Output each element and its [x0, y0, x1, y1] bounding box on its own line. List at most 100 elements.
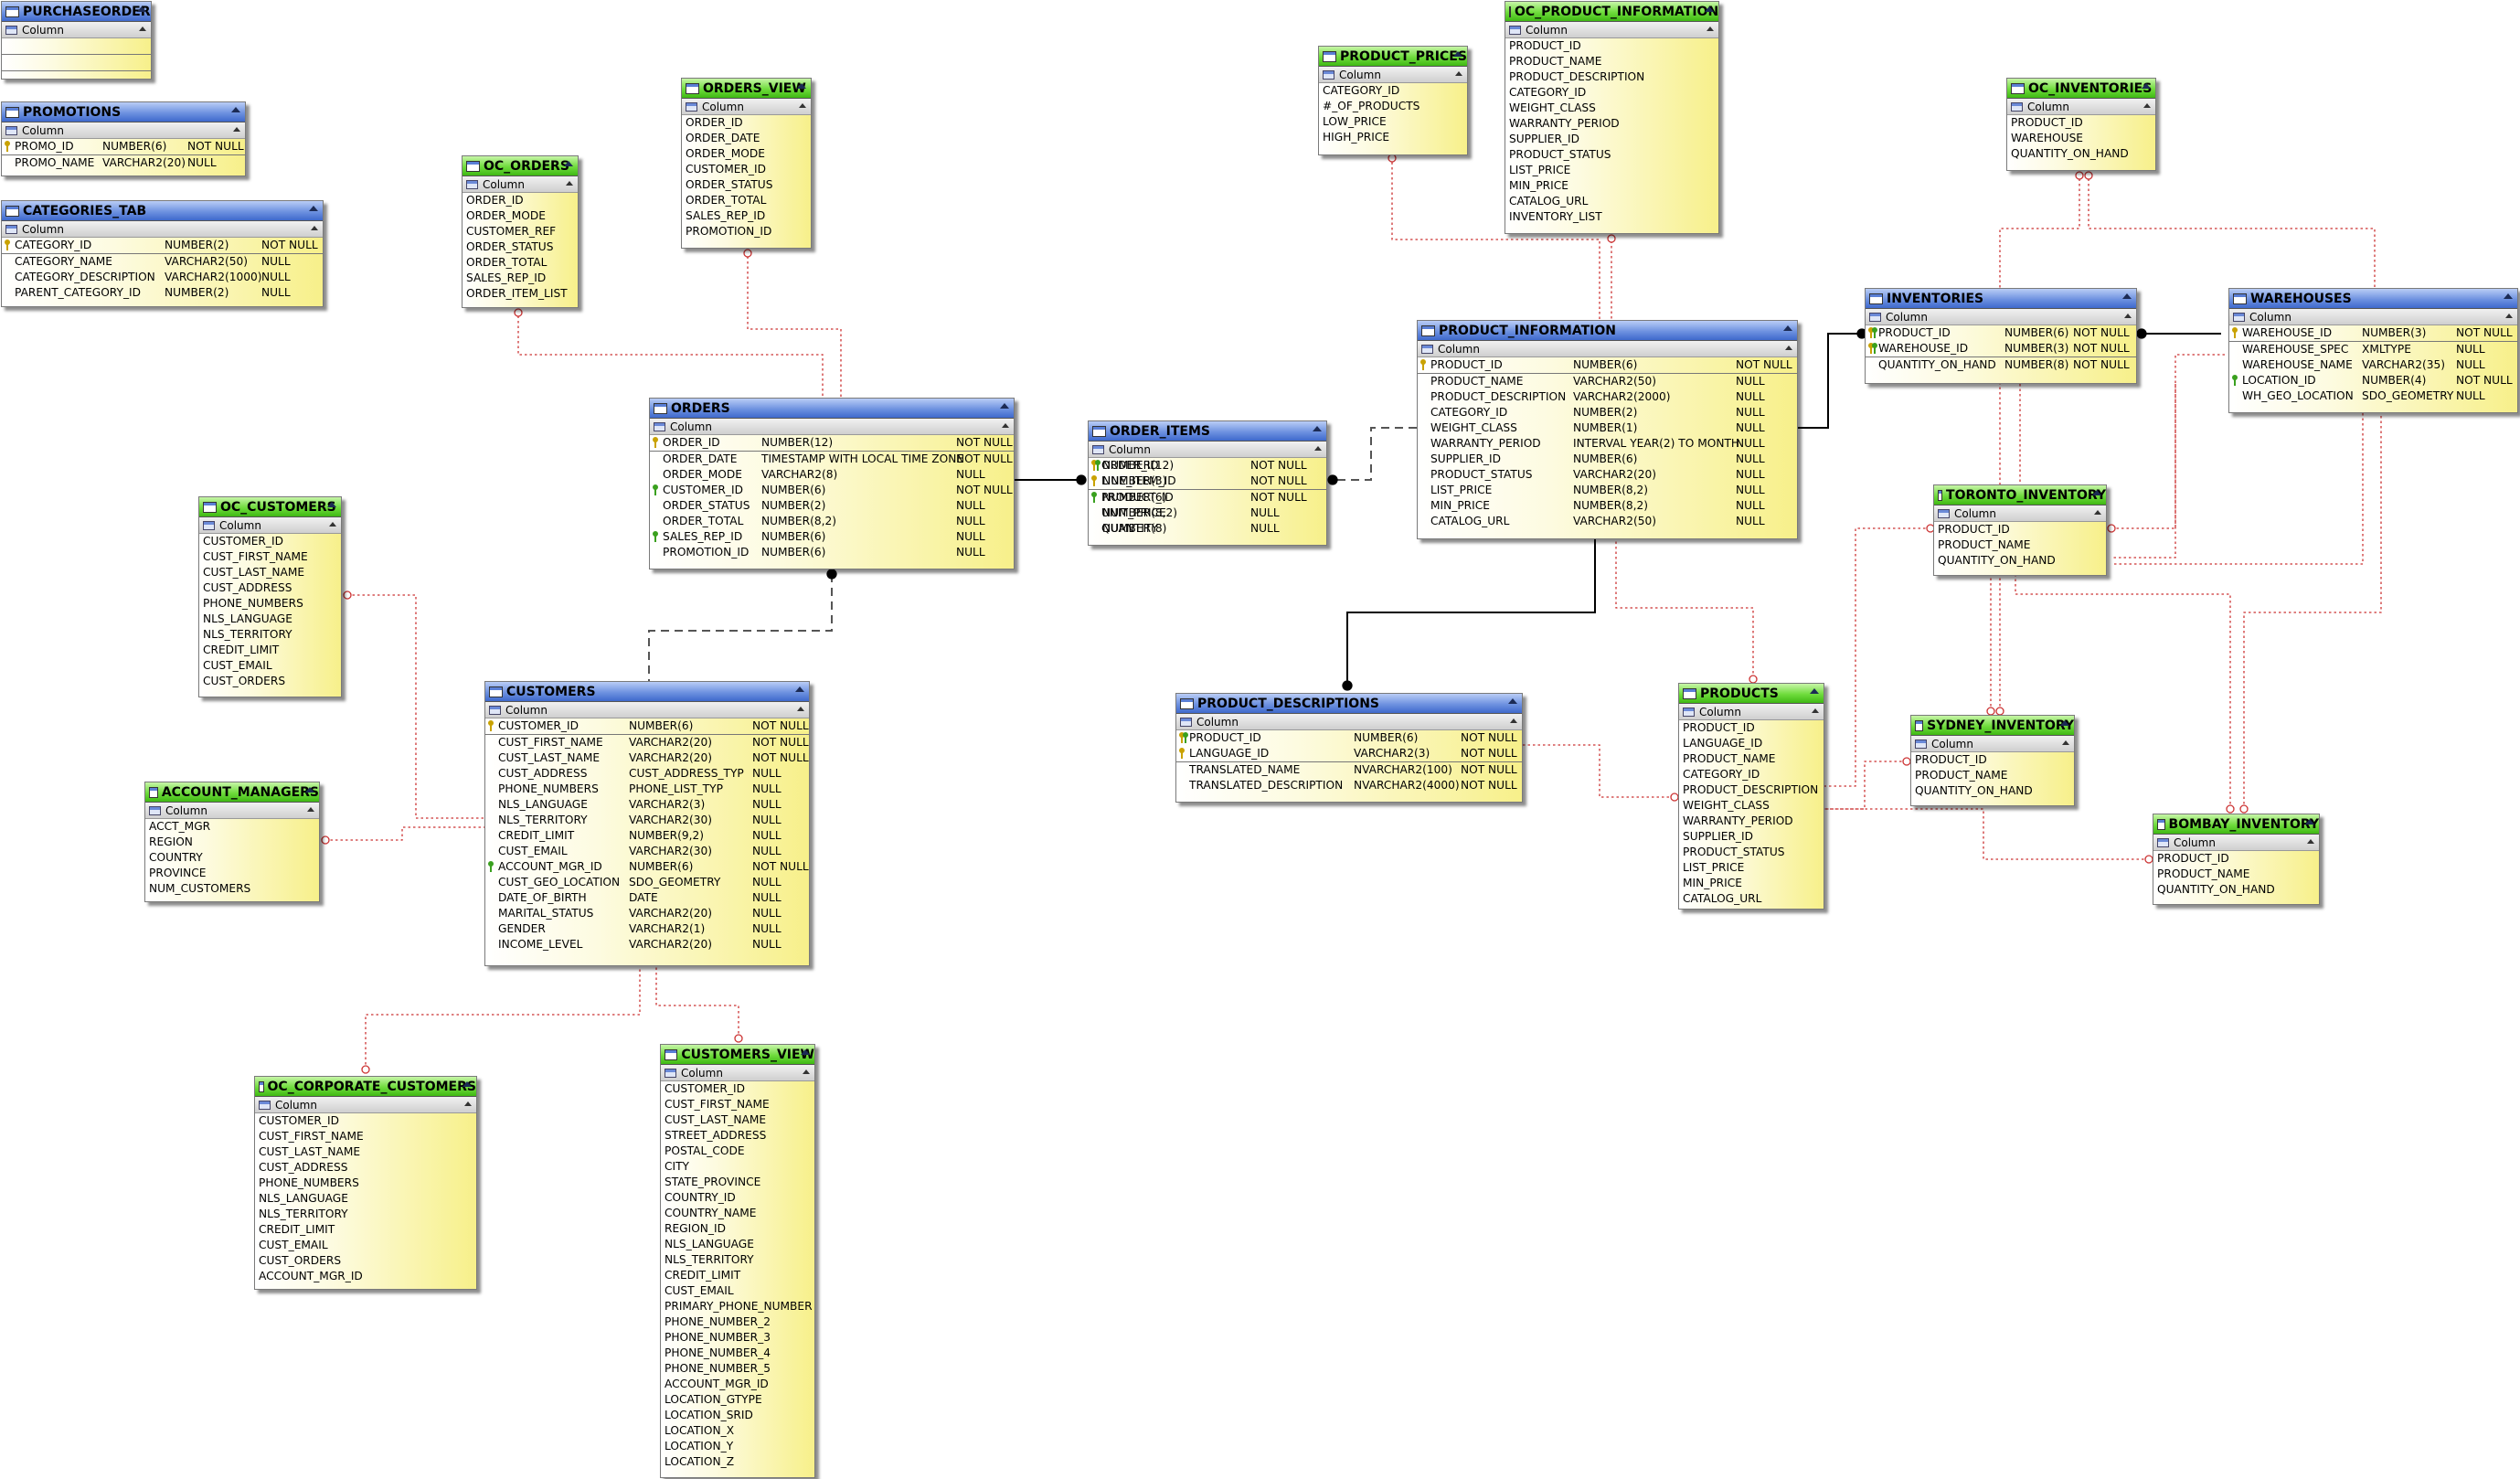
column-row[interactable]: ACCT_MGR — [145, 819, 319, 835]
column-row[interactable]: NLS_LANGUAGE — [255, 1191, 476, 1207]
column-row[interactable]: PRODUCT_NAME VARCHAR2(50) NULL — [1418, 374, 1797, 389]
collapse-icon[interactable] — [1455, 71, 1462, 76]
collapse-icon[interactable] — [2122, 293, 2132, 299]
collapse-icon[interactable] — [797, 83, 806, 89]
column-row[interactable]: ACCOUNT_MGR_ID — [661, 1377, 814, 1392]
column-header[interactable]: Column — [2007, 99, 2155, 115]
collapse-icon[interactable] — [2062, 740, 2069, 745]
column-row[interactable]: PHONE_NUMBER_2 — [661, 1314, 814, 1330]
column-row[interactable]: LOCATION_Z — [661, 1454, 814, 1470]
view-oc-corporate-customers[interactable]: OC_CORPORATE_CUSTOMERS Column CUSTOMER_ID C… — [254, 1076, 477, 1290]
column-row[interactable]: CUST_LAST_NAME — [255, 1144, 476, 1160]
column-header[interactable]: Column — [199, 517, 341, 534]
column-row[interactable]: PRODUCT_STATUS — [1505, 147, 1718, 163]
column-row[interactable]: WEIGHT_CLASS NUMBER(1) NULL — [1418, 420, 1797, 436]
column-row[interactable]: ORDER_STATUS — [682, 177, 811, 193]
column-row[interactable]: CUSTOMER_ID — [682, 162, 811, 177]
column-header[interactable]: Column — [650, 419, 1014, 435]
column-row[interactable]: CUST_LAST_NAME VARCHAR2(20) NOT NULL — [485, 750, 809, 766]
column-row[interactable]: CUST_FIRST_NAME — [661, 1097, 814, 1112]
column-row[interactable]: PROMO_ID NUMBER(6) NOT NULL — [2, 139, 245, 155]
collapse-icon[interactable] — [801, 1049, 810, 1055]
column-row[interactable]: INCOME_LEVEL VARCHAR2(20) NULL — [485, 937, 809, 952]
column-row[interactable]: LANGUAGE_ID — [1679, 736, 1824, 751]
collapse-icon[interactable] — [799, 103, 806, 108]
entity-header[interactable]: PROMOTIONS — [2, 102, 245, 122]
column-row[interactable]: LOCATION_GTYPE — [661, 1392, 814, 1408]
collapse-icon[interactable] — [2307, 839, 2314, 844]
view-orders-view[interactable]: ORDERS_VIEW Column ORDER_ID ORDER_DATE ORDER… — [681, 78, 812, 249]
column-row[interactable]: PRODUCT_DESCRIPTION — [1679, 782, 1824, 798]
column-row[interactable]: CATALOG_URL — [1679, 891, 1824, 907]
column-row[interactable]: PRODUCT_STATUS — [1679, 845, 1824, 860]
column-row[interactable]: SUPPLIER_ID NUMBER(6) NULL — [1418, 452, 1797, 467]
column-row[interactable]: CREDIT_LIMIT — [255, 1222, 476, 1238]
column-row[interactable]: COUNTRY_NAME — [661, 1206, 814, 1221]
column-row[interactable]: CREDIT_LIMIT — [661, 1268, 814, 1283]
column-row[interactable]: PROMOTION_ID NUMBER(6) NULL — [650, 545, 1014, 560]
column-row[interactable]: COUNTRY_ID — [661, 1190, 814, 1206]
table-order-items[interactable]: ORDER_ITEMS Column ORDER_ID NUMBER(12) NOT N… — [1088, 420, 1327, 546]
column-header[interactable]: Column — [2153, 835, 2319, 851]
column-row[interactable]: LOCATION_X — [661, 1423, 814, 1439]
collapse-icon[interactable] — [327, 502, 336, 507]
entity-header[interactable]: INVENTORIES — [1866, 289, 2136, 309]
column-row[interactable]: PHONE_NUMBERS — [199, 596, 341, 612]
entity-header[interactable]: CUSTOMERS — [485, 682, 809, 702]
column-row[interactable]: ORDER_MODE — [682, 146, 811, 162]
column-row[interactable]: ACCOUNT_MGR_ID NUMBER(6) NOT NULL — [485, 859, 809, 875]
column-row[interactable]: NLS_TERRITORY VARCHAR2(30) NULL — [485, 813, 809, 828]
column-header[interactable]: Column — [1911, 736, 2074, 752]
view-account-managers[interactable]: ACCOUNT_MANAGERS Column ACCT_MGR REGION COUN… — [144, 782, 320, 902]
column-row[interactable]: PRODUCT_ID — [2007, 115, 2155, 131]
column-row[interactable]: PRODUCT_NAME — [1934, 537, 2106, 553]
column-row[interactable]: CITY — [661, 1159, 814, 1175]
table-categories-tab[interactable]: CATEGORIES_TAB Column CATEGORY_ID NUMBER(2)… — [1, 200, 324, 307]
column-row[interactable]: LOCATION_ID NUMBER(4) NOT NULL — [2229, 373, 2517, 388]
column-row[interactable]: PHONE_NUMBERS — [255, 1176, 476, 1191]
column-row[interactable]: CUST_FIRST_NAME VARCHAR2(20) NOT NULL — [485, 735, 809, 750]
collapse-icon[interactable] — [2124, 314, 2132, 318]
collapse-icon[interactable] — [795, 686, 804, 692]
entity-header[interactable]: PRODUCT_DESCRIPTIONS — [1176, 694, 1522, 714]
table-warehouses[interactable]: WAREHOUSES Column WAREHOUSE_ID NUMBER(3) NOT… — [2228, 288, 2518, 413]
column-row[interactable]: CUSTOMER_ID NUMBER(6) NOT NULL — [650, 483, 1014, 498]
entity-header[interactable]: PRODUCT_INFORMATION — [1418, 321, 1797, 341]
column-row[interactable]: CUST_EMAIL VARCHAR2(30) NULL — [485, 844, 809, 859]
column-header[interactable]: Column — [2, 122, 245, 139]
column-row[interactable]: SUPPLIER_ID — [1679, 829, 1824, 845]
entity-header[interactable]: ACCOUNT_MANAGERS — [145, 782, 319, 803]
column-row[interactable]: INVENTORY_LIST — [1505, 209, 1718, 225]
column-row[interactable]: WARRANTY_PERIOD — [1679, 814, 1824, 829]
column-row[interactable]: LOCATION_SRID — [661, 1408, 814, 1423]
view-oc-orders[interactable]: OC_ORDERS Column ORDER_ID ORDER_MODE CUSTOME… — [462, 155, 579, 308]
column-row[interactable]: ORDER_ITEM_LIST — [463, 286, 578, 302]
collapse-icon[interactable] — [1002, 423, 1009, 428]
column-row[interactable]: DATE_OF_BIRTH DATE NULL — [485, 890, 809, 906]
column-row[interactable]: LIST_PRICE — [1679, 860, 1824, 876]
view-sydney-inventory[interactable]: SYDNEY_INVENTORY Column PRODUCT_ID PRODUCT_… — [1910, 715, 2075, 806]
column-row[interactable]: CATEGORY_ID NUMBER(2) NOT NULL — [2, 238, 323, 254]
entity-header[interactable]: PURCHASEORDER — [2, 2, 151, 22]
column-row[interactable]: LINE_ITEM_ID NUMBER(3) NOT NULL — [1089, 473, 1326, 490]
column-header[interactable]: Column — [2, 22, 151, 38]
column-row[interactable]: PHONE_NUMBER_5 — [661, 1361, 814, 1377]
column-row[interactable]: ORDER_ID — [463, 193, 578, 208]
column-row[interactable]: CUSTOMER_ID — [661, 1081, 814, 1097]
collapse-icon[interactable] — [2060, 720, 2069, 726]
column-header[interactable]: Column — [1866, 309, 2136, 325]
column-row[interactable]: QUANTITY_ON_HAND NUMBER(8) NOT NULL — [1866, 357, 2136, 373]
column-row[interactable]: TRANSLATED_DESCRIPTION NVARCHAR2(4000) NOT… — [1176, 778, 1522, 793]
column-row[interactable]: CUST_ADDRESS — [199, 580, 341, 596]
column-row[interactable]: CUST_ADDRESS — [255, 1160, 476, 1176]
column-row[interactable]: PRODUCT_ID NUMBER(6) NOT NULL — [1089, 490, 1326, 505]
column-row[interactable]: COUNTRY — [145, 850, 319, 866]
collapse-icon[interactable] — [2092, 490, 2101, 495]
column-row[interactable]: CUST_FIRST_NAME — [255, 1129, 476, 1144]
column-header[interactable]: Column — [1934, 505, 2106, 522]
collapse-icon[interactable] — [139, 27, 146, 31]
column-header[interactable]: Column — [1418, 341, 1797, 357]
column-row[interactable]: WEIGHT_CLASS — [1679, 798, 1824, 814]
column-row[interactable]: GENDER VARCHAR2(1) NULL — [485, 921, 809, 937]
collapse-icon[interactable] — [1785, 346, 1792, 350]
